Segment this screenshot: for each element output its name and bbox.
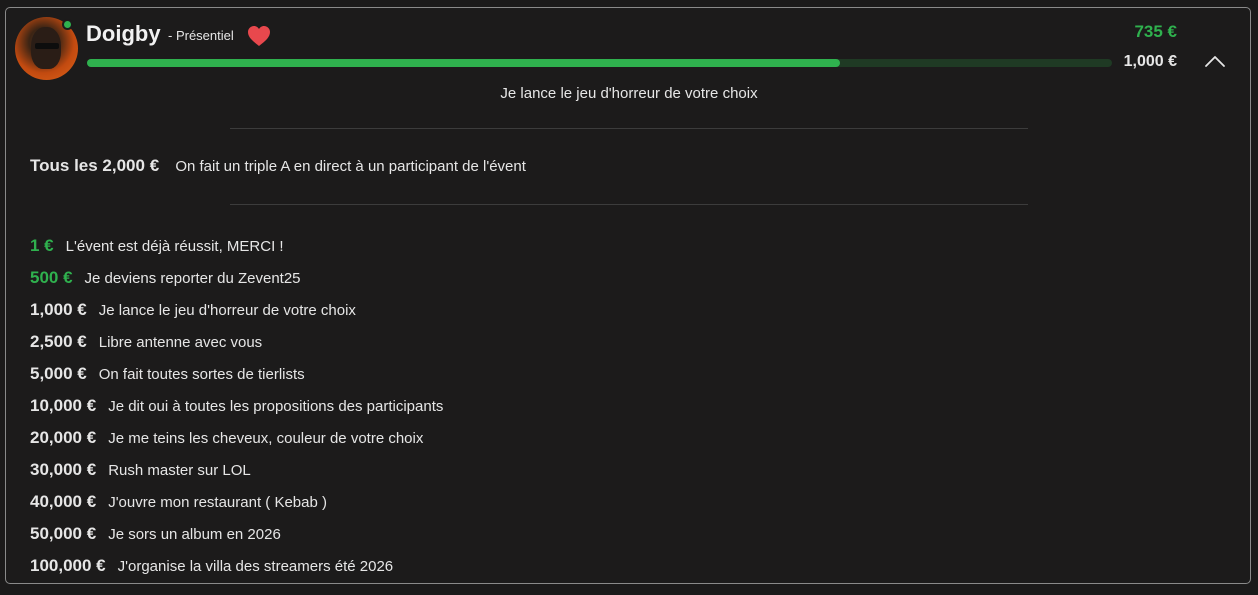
goal-item: 1 € L'évent est déjà réussit, MERCI ! [30,230,443,262]
goal-amount: 50,000 € [30,524,97,543]
amount-raised: 735 € [1134,22,1177,41]
goal-item: 500 € Je deviens reporter du Zevent25 [30,262,443,294]
online-status-indicator [62,19,73,30]
goal-item: 20,000 € Je me teins les cheveux, couleur… [30,422,443,454]
next-goal-description: Je lance le jeu d'horreur de votre choix [500,85,758,102]
goal-amount: 5,000 € [30,364,87,383]
streamer-name[interactable]: Doigby [86,21,161,47]
goal-text: Libre antenne avec vous [98,333,263,351]
avatar-glasses [35,43,59,49]
goal-text: Rush master sur LOL [108,461,251,479]
divider [230,204,1028,205]
goal-amount: 40,000 € [30,492,97,511]
goal-item: 2,500 € Libre antenne avec vous [30,326,443,358]
goal-item: 100,000 € J'organise la villa des streame… [30,550,443,582]
goals-list: 1 € L'évent est déjà réussit, MERCI ! 500 … [30,230,443,582]
participation-mode: - Présentiel [168,28,234,43]
goal-amount: 100,000 € [30,556,106,575]
goal-item: 50,000 € Je sors un album en 2026 [30,518,443,550]
goal-text: Je lance le jeu d'horreur de votre choix [98,301,356,319]
recurring-goal-text: On fait un triple A en direct à un parti… [175,158,526,175]
goal-amount: 2,500 € [30,332,87,351]
goal-amount: 10,000 € [30,396,97,415]
goal-amount: 20,000 € [30,428,97,447]
goal-text: Je sors un album en 2026 [108,525,281,543]
goal-item: 40,000 € J'ouvre mon restaurant ( Kebab ) [30,486,443,518]
donation-progress-bar [87,59,1112,67]
recurring-goal: Tous les 2,000 € On fait un triple A en … [30,156,526,176]
goal-item: 1,000 € Je lance le jeu d'horreur de votr… [30,294,443,326]
divider [230,128,1028,129]
goal-text: L'évent est déjà réussit, MERCI ! [65,237,284,255]
goal-amount: 500 € [30,268,73,287]
heart-icon [248,26,270,46]
goal-text: J'organise la villa des streamers été 20… [117,557,394,575]
goal-text: Je deviens reporter du Zevent25 [84,269,301,287]
goal-item: 5,000 € On fait toutes sortes de tierlist… [30,358,443,390]
streamer-card: Doigby - Présentiel 735 € 1,000 € Je lan… [5,7,1251,584]
donation-progress-fill [87,59,841,67]
goal-item: 10,000 € Je dit oui à toutes les proposit… [30,390,443,422]
goal-text: Je me teins les cheveux, couleur de votr… [108,429,424,447]
goal-text: Je dit oui à toutes les propositions des… [108,397,444,415]
goal-amount: 30,000 € [30,460,97,479]
goal-text: On fait toutes sortes de tierlists [98,365,305,383]
recurring-goal-amount: Tous les 2,000 € [30,156,160,175]
chevron-up-icon[interactable] [1203,52,1227,70]
goal-text: J'ouvre mon restaurant ( Kebab ) [108,493,327,511]
next-goal-amount: 1,000 € [1123,53,1177,70]
goal-item: 30,000 € Rush master sur LOL [30,454,443,486]
goal-amount: 1 € [30,236,54,255]
goal-amount: 1,000 € [30,300,87,319]
